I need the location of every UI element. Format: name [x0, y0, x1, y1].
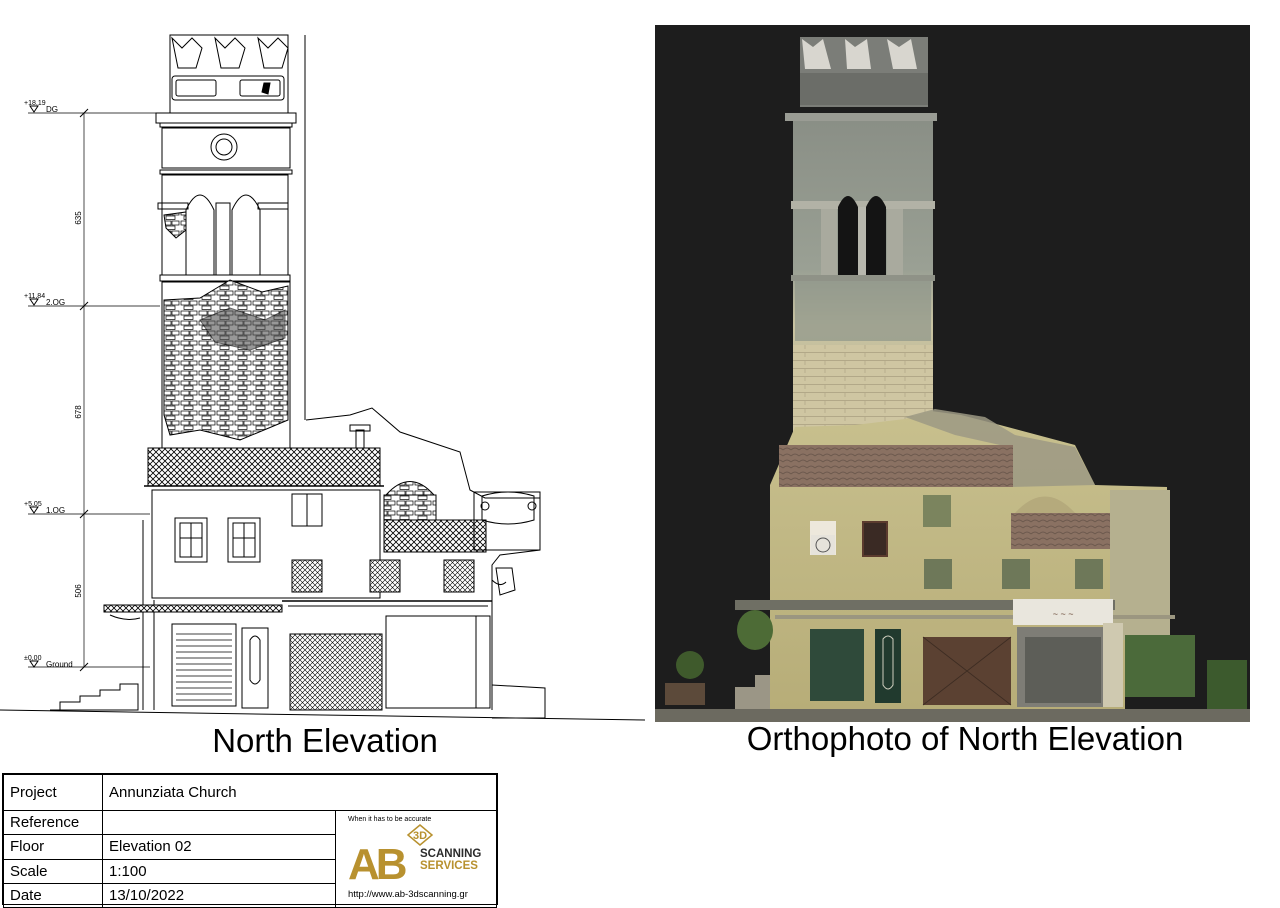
company-logo: When it has to be accurate AB 3D SCANNIN…: [348, 816, 481, 900]
shop-sign: ~ ~ ~: [1053, 609, 1074, 619]
caption-north-elevation: North Elevation: [212, 722, 438, 759]
floor-value: Elevation 02: [102, 834, 336, 860]
title-block-table: Project Annunziata Church Reference When…: [3, 774, 497, 908]
level-marker-dg: +18,19 DG: [24, 100, 160, 114]
level-marker-2og: +11,84 2.OG: [24, 293, 160, 307]
building-facade: ~ ~ ~: [655, 409, 1250, 722]
dimension-678: 678: [74, 405, 83, 419]
svg-text:Ground: Ground: [46, 660, 73, 669]
orthophoto-svg: ~ ~ ~: [655, 37, 1250, 722]
bell-tower-drawing: [155, 34, 306, 451]
scale-value: 1:100: [102, 858, 336, 884]
scale-label: Scale: [3, 858, 103, 884]
project-value: Annunziata Church: [102, 774, 497, 811]
caption-orthophoto: Orthophoto of North Elevation: [746, 720, 1184, 757]
project-label: Project: [3, 774, 103, 811]
logo-line1: SCANNING: [420, 848, 481, 860]
elevation-drawing: +18,19 DG +11,84 2.OG +5,05 1.OG ±0,00 G…: [0, 20, 650, 730]
level-marker-ground: ±0,00 Ground: [24, 655, 150, 669]
logo-url: http://www.ab-3dscanning.gr: [348, 889, 468, 900]
dimension-506: 506: [74, 584, 83, 598]
date-value: 13/10/2022: [102, 882, 336, 908]
main-building-drawing: [0, 407, 646, 721]
floor-label: Floor: [3, 834, 103, 860]
logo-3d: 3D: [413, 830, 427, 842]
reference-label: Reference: [3, 809, 103, 836]
level-marker-1og: +5,05 1.OG: [24, 501, 150, 515]
date-label: Date: [3, 882, 103, 908]
logo-letters: AB: [348, 840, 406, 889]
tower-crenellation: [800, 37, 928, 107]
logo-line2: SERVICES: [420, 860, 478, 872]
tower-shaft: [785, 113, 937, 451]
reference-value: [102, 809, 336, 836]
title-block: Project Annunziata Church Reference When…: [2, 773, 498, 908]
dimension-635: 635: [74, 211, 83, 225]
elevation-drawing-svg: +18,19 DG +11,84 2.OG +5,05 1.OG ±0,00 G…: [0, 34, 646, 721]
orthophoto: ~ ~ ~: [655, 25, 1250, 722]
title-block-row-project: Project Annunziata Church: [3, 774, 497, 811]
logo-tagline: When it has to be accurate: [348, 816, 431, 823]
dimension-line: 635 678 506: [74, 108, 89, 672]
title-block-row-reference: Reference When it has to be accurate AB …: [3, 809, 497, 908]
company-logo-cell: When it has to be accurate AB 3D SCANNIN…: [335, 810, 497, 908]
